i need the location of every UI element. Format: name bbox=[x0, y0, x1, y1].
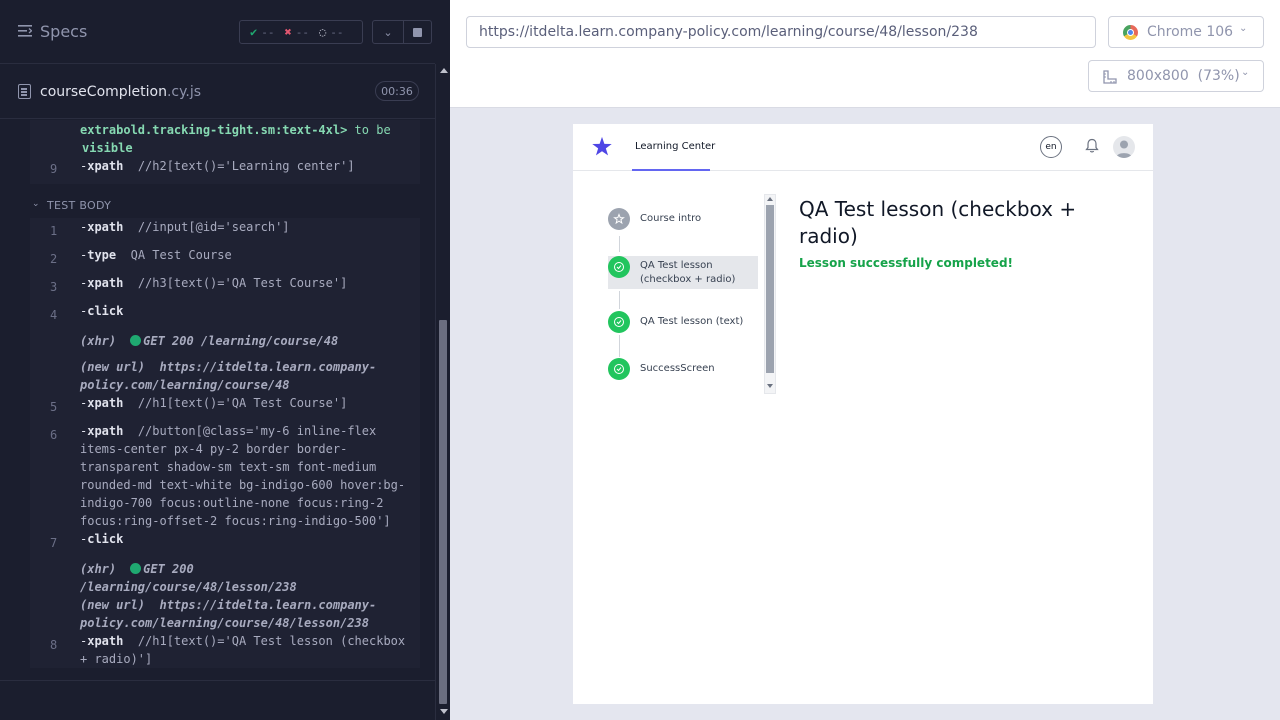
url-bar[interactable]: https://itdelta.learn.company-policy.com… bbox=[466, 16, 1096, 48]
app-under-test: Learning Center en Course intro QA Test … bbox=[573, 124, 1153, 704]
status-dot-icon bbox=[130, 335, 142, 346]
step-lesson-text[interactable]: QA Test lesson (text) bbox=[607, 311, 757, 333]
check-icon: ✔ bbox=[250, 25, 258, 39]
line-number: 6 bbox=[50, 428, 58, 442]
scroll-down-icon[interactable] bbox=[440, 709, 448, 714]
spec-file-row[interactable]: courseCompletion.cy.js 00:36 bbox=[0, 65, 435, 119]
command-3[interactable]: -xpath //h3[text()='QA Test Course'] bbox=[80, 274, 410, 292]
stop-button[interactable] bbox=[404, 20, 432, 44]
scroll-up-icon[interactable] bbox=[767, 197, 773, 201]
lesson-steps-nav: Course intro QA Test lesson (checkbox + … bbox=[607, 194, 777, 394]
specs-list-icon[interactable] bbox=[18, 25, 32, 37]
document-icon bbox=[18, 84, 31, 99]
line-number: 5 bbox=[50, 400, 58, 414]
specs-header: Specs ✔ -- ✖ -- ◌ -- ⌄ bbox=[0, 0, 435, 64]
avatar[interactable] bbox=[1113, 136, 1135, 158]
line-number: 2 bbox=[50, 252, 58, 266]
command-1[interactable]: -xpath //input[@id='search'] bbox=[80, 218, 410, 236]
step-status bbox=[608, 358, 630, 380]
line-number: 8 bbox=[50, 638, 58, 652]
check-circle-icon bbox=[614, 262, 624, 272]
test-body-commands: 1 -xpath //input[@id='search'] 2 -type Q… bbox=[30, 218, 420, 668]
command-log-scrollbar[interactable] bbox=[435, 64, 450, 720]
failed-stat: ✖ -- bbox=[284, 25, 309, 39]
command-log: extrabold.tracking-tight.sm:text-4xl> to… bbox=[0, 120, 435, 680]
browser-select[interactable]: Chrome 106 ⌄ bbox=[1108, 16, 1264, 48]
logo-star-icon[interactable] bbox=[591, 136, 613, 158]
app-header: Learning Center en bbox=[573, 124, 1153, 171]
line-number: 9 bbox=[50, 162, 58, 176]
status-dot-icon bbox=[130, 563, 142, 574]
check-circle-icon bbox=[614, 317, 624, 327]
lesson-completed-message: Lesson successfully completed! bbox=[799, 256, 1014, 270]
runner-panel: Specs ✔ -- ✖ -- ◌ -- ⌄ courseCompletion.cy.… bbox=[0, 0, 450, 720]
lesson-title: QA Test lesson (checkbox + radio) bbox=[799, 197, 1077, 248]
nav-learning-center[interactable]: Learning Center bbox=[632, 124, 715, 171]
assert-command[interactable]: extrabold.tracking-tight.sm:text-4xl> to… bbox=[80, 121, 410, 157]
step-status bbox=[608, 256, 630, 278]
ruler-icon bbox=[1103, 70, 1117, 84]
star-icon bbox=[613, 213, 625, 225]
language-button[interactable]: en bbox=[1040, 136, 1062, 158]
command-9[interactable]: -xpath //h2[text()='Learning center'] bbox=[80, 157, 410, 175]
chrome-icon bbox=[1123, 25, 1138, 40]
chevron-down-icon: ⌄ bbox=[383, 25, 393, 39]
chevron-down-icon: ⌄ bbox=[1239, 23, 1248, 34]
new-url-event[interactable]: (new url) https://itdelta.learn.company-… bbox=[80, 596, 410, 632]
command-6[interactable]: -xpath //button[@class='my-6 inline-flex… bbox=[80, 422, 410, 530]
command-4[interactable]: -click bbox=[80, 302, 410, 320]
chevron-down-icon: ⌄ bbox=[1241, 67, 1250, 78]
scroll-up-icon[interactable] bbox=[440, 68, 448, 73]
runner-footer bbox=[0, 680, 435, 720]
step-status bbox=[608, 208, 630, 230]
viewport-select[interactable]: 800x800 (73%) ⌄ bbox=[1088, 60, 1264, 92]
line-number: 3 bbox=[50, 280, 58, 294]
spinner-icon: ◌ bbox=[318, 25, 327, 39]
step-success-screen[interactable]: SuccessScreen bbox=[607, 358, 757, 380]
command-5[interactable]: -xpath //h1[text()='QA Test Course'] bbox=[80, 394, 410, 412]
spec-file-name: courseCompletion.cy.js bbox=[40, 84, 202, 100]
aut-topbar: https://itdelta.learn.company-policy.com… bbox=[450, 0, 1280, 108]
step-connector bbox=[619, 335, 620, 357]
xhr-event[interactable]: (xhr) GET 200 /learning/course/48 bbox=[80, 332, 410, 350]
bell-icon[interactable] bbox=[1085, 138, 1099, 154]
step-connector bbox=[619, 291, 620, 309]
pending-stat: ◌ -- bbox=[318, 25, 344, 39]
stop-icon bbox=[413, 27, 422, 37]
steps-scrollbar[interactable] bbox=[764, 194, 776, 394]
passed-stat: ✔ -- bbox=[250, 25, 275, 39]
step-connector bbox=[619, 236, 620, 252]
user-avatar-icon bbox=[1116, 140, 1132, 158]
command-7[interactable]: -click bbox=[80, 530, 410, 548]
chevron-down-icon: ⌄ bbox=[32, 199, 40, 209]
test-stats: ✔ -- ✖ -- ◌ -- bbox=[239, 20, 363, 44]
step-lesson-checkbox-radio[interactable]: QA Test lesson (checkbox + radio) bbox=[607, 256, 757, 289]
command-2[interactable]: -type QA Test Course bbox=[80, 246, 410, 264]
check-circle-icon bbox=[614, 364, 624, 374]
scroll-down-icon[interactable] bbox=[767, 384, 773, 388]
scrollbar-thumb[interactable] bbox=[766, 205, 774, 373]
step-course-intro[interactable]: Course intro bbox=[607, 208, 757, 230]
xhr-event[interactable]: (xhr) GET 200 /learning/course/48/lesson/… bbox=[80, 560, 410, 596]
command-log-inner: extrabold.tracking-tight.sm:text-4xl> to… bbox=[30, 120, 420, 668]
new-url-event[interactable]: (new url) https://itdelta.learn.company-… bbox=[80, 358, 410, 394]
line-number: 1 bbox=[50, 224, 58, 238]
specs-title[interactable]: Specs bbox=[40, 22, 87, 41]
x-icon: ✖ bbox=[284, 25, 292, 39]
chevron-down-button[interactable]: ⌄ bbox=[372, 20, 404, 44]
spec-duration: 00:36 bbox=[375, 81, 419, 101]
test-body-section-toggle[interactable]: ⌄ TEST BODY bbox=[30, 194, 420, 218]
scrollbar-thumb[interactable] bbox=[439, 320, 447, 704]
before-hook-commands: extrabold.tracking-tight.sm:text-4xl> to… bbox=[30, 120, 420, 184]
command-8[interactable]: -xpath //h1[text()='QA Test lesson (chec… bbox=[80, 632, 410, 668]
step-status bbox=[608, 311, 630, 333]
line-number: 7 bbox=[50, 536, 58, 550]
line-number: 4 bbox=[50, 308, 58, 322]
